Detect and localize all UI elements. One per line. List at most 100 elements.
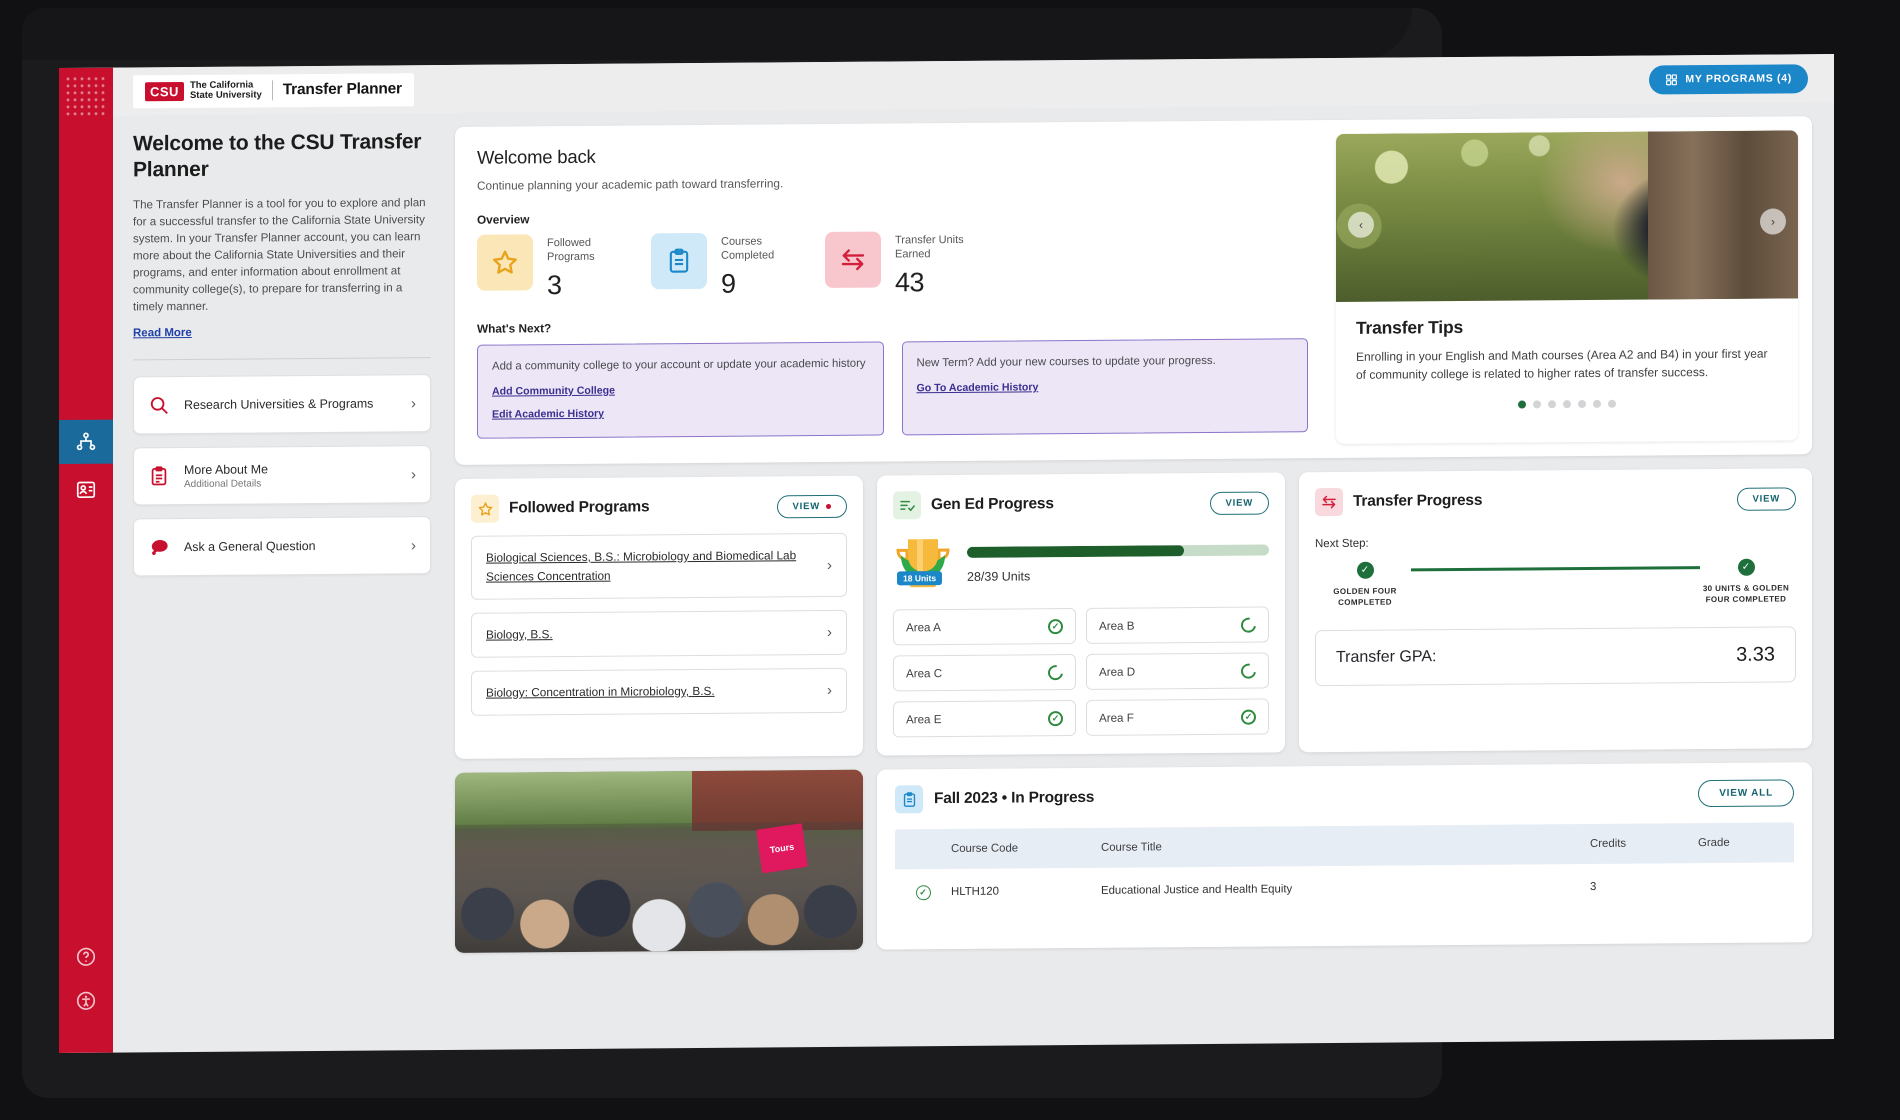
row-grade	[1698, 885, 1794, 886]
sidebar-item-more-about-me[interactable]: More About Me Additional Details ›	[133, 445, 431, 506]
stat-transfer-units-text: Transfer Units Earned 43	[895, 231, 983, 299]
network-icon	[76, 432, 96, 451]
followed-program-row-1[interactable]: Biological Sciences, B.S.: Microbiology …	[471, 532, 847, 600]
followed-program-row-3[interactable]: Biology: Concentration in Microbiology, …	[471, 667, 847, 716]
gen-ed-area-c[interactable]: Area C	[893, 654, 1076, 692]
tips-prev-arrow[interactable]: ‹	[1348, 211, 1374, 238]
status-in-progress-icon	[1238, 614, 1259, 636]
gen-ed-area-e[interactable]: Area E ✓	[893, 700, 1076, 738]
overview-label: Overview	[477, 212, 530, 227]
followed-program-row-2[interactable]: Biology, B.S. ›	[471, 609, 847, 658]
sidebar-item-ask-question[interactable]: Ask a General Question ›	[133, 516, 431, 577]
gen-ed-area-a-label: Area A	[906, 620, 941, 634]
read-more-link[interactable]: Read More	[133, 327, 192, 339]
welcome-back-left: Welcome back Continue planning your acad…	[455, 120, 1330, 465]
tips-dot-3[interactable]	[1548, 400, 1556, 409]
gen-ed-area-e-label: Area E	[906, 712, 942, 726]
gen-ed-view-button[interactable]: VIEW	[1209, 490, 1269, 515]
current-term-header: Fall 2023 • In Progress VIEW ALL	[895, 778, 1794, 814]
brand-divider	[271, 80, 273, 101]
tips-dot-5[interactable]	[1578, 400, 1586, 409]
tours-sign: Tours	[756, 823, 808, 874]
gen-ed-progress-row: 18 Units 28/39 Units	[893, 530, 1269, 595]
stat-transfer-units: Transfer Units Earned 43	[825, 231, 999, 299]
gen-ed-area-b[interactable]: Area B	[1086, 606, 1269, 644]
transfer-tips-dots[interactable]	[1356, 398, 1778, 409]
tips-next-arrow[interactable]: ›	[1760, 208, 1786, 235]
add-community-college-link[interactable]: Add Community College	[492, 383, 869, 398]
followed-programs-view-button[interactable]: VIEW	[776, 494, 847, 518]
stat-transfer-units-label: Transfer Units Earned	[895, 233, 964, 261]
stat-transfer-units-value: 43	[895, 267, 925, 298]
brand-lockup[interactable]: CSU The California State University Tran…	[133, 72, 414, 108]
chat-icon	[148, 536, 174, 559]
gen-ed-area-f[interactable]: Area F ✓	[1086, 698, 1269, 736]
sidebar-item-research[interactable]: Research Universities & Programs ›	[133, 374, 431, 435]
tablet-device: CSU The California State University Tran…	[0, 0, 1900, 1120]
sidebar-item-research-label: Research Universities & Programs	[184, 396, 374, 413]
app-title: Transfer Planner	[282, 80, 402, 99]
transfer-progress-view-button[interactable]: VIEW	[1736, 486, 1796, 511]
transfer-step-2[interactable]: ✓ 30 UNITS & GOLDEN FOUR COMPLETED	[1700, 558, 1792, 605]
chevron-right-icon: ›	[411, 394, 416, 412]
trophy-icon: 18 Units	[893, 533, 953, 595]
sidebar-item-more-about-me-sub: Additional Details	[184, 477, 262, 490]
search-icon	[148, 394, 174, 416]
rail-item-accessibility[interactable]	[59, 979, 113, 1023]
my-programs-button[interactable]: MY PROGRAMS (4)	[1649, 63, 1808, 95]
campus-tour-photo: Tours	[455, 769, 863, 953]
rail-item-programs[interactable]	[59, 419, 113, 464]
main-content: Welcome back Continue planning your acad…	[449, 102, 1834, 1050]
edit-academic-history-link[interactable]: Edit Academic History	[492, 406, 869, 421]
whats-next-row: Add a community college to your account …	[477, 338, 1308, 439]
sidebar-item-ask-question-text: Ask a General Question	[174, 538, 411, 554]
whats-next-text-2: New Term? Add your new courses to update…	[916, 354, 1216, 370]
rail-item-help[interactable]	[59, 935, 113, 979]
transfer-tips-title: Transfer Tips	[1356, 316, 1463, 338]
app-rail	[59, 67, 113, 1053]
rail-bottom-group	[59, 935, 113, 1023]
stat-followed-programs: Followed Programs 3	[477, 233, 651, 301]
stat-courses-completed-value: 9	[721, 268, 736, 299]
stat-followed-programs-text: Followed Programs 3	[547, 233, 635, 301]
status-complete-icon: ✓	[1048, 710, 1063, 726]
grid-icon	[1666, 73, 1678, 85]
followed-program-link-1[interactable]: Biological Sciences, B.S.: Microbiology …	[486, 546, 827, 587]
tips-dot-2[interactable]	[1533, 400, 1541, 409]
whats-next-card-new-term: New Term? Add your new courses to update…	[901, 338, 1308, 436]
transfer-tips-card: ‹ › Transfer Tips Enrolling in your Engl…	[1336, 130, 1798, 444]
sidebar-item-more-about-me-text: More About Me Additional Details	[174, 461, 411, 490]
transfer-progress-card: Transfer Progress VIEW Next Step: ✓ GOLD…	[1299, 468, 1812, 753]
transfer-tips-text: Enrolling in your English and Math cours…	[1356, 346, 1768, 382]
transfer-step-1[interactable]: ✓ GOLDEN FOUR COMPLETED	[1319, 561, 1411, 608]
sidebar-description: The Transfer Planner is a tool for you t…	[133, 196, 426, 314]
my-programs-label: MY PROGRAMS (4)	[1685, 72, 1792, 86]
table-row[interactable]: ✓ HLTH120 Educational Justice and Health…	[895, 862, 1794, 915]
gen-ed-progress-card: Gen Ed Progress VIEW 18 Units 28/39 Unit…	[877, 472, 1285, 756]
transfer-step-1-label: GOLDEN FOUR COMPLETED	[1333, 586, 1397, 607]
transfer-gpa-row: Transfer GPA: 3.33	[1315, 626, 1796, 687]
rail-item-profile[interactable]	[59, 468, 113, 512]
col-course-code: Course Code	[951, 842, 1019, 855]
courses-table: Course Code Course Title Credits Grade ✓…	[895, 822, 1794, 915]
status-complete-icon: ✓	[1737, 558, 1755, 576]
gen-ed-area-d[interactable]: Area D	[1086, 652, 1269, 690]
clipboard-icon	[148, 465, 174, 487]
followed-program-link-3[interactable]: Biology: Concentration in Microbiology, …	[486, 681, 827, 703]
overview-stats: Followed Programs 3 Courses Completed 9 …	[477, 228, 1308, 302]
transfer-progress-steps: ✓ GOLDEN FOUR COMPLETED ✓ 30 UNITS & GOL…	[1315, 558, 1796, 608]
view-all-button[interactable]: VIEW ALL	[1698, 778, 1794, 807]
help-icon	[76, 947, 96, 966]
tips-dot-1[interactable]	[1518, 400, 1526, 409]
accessibility-icon	[76, 991, 96, 1010]
tips-dot-6[interactable]	[1593, 399, 1601, 408]
followed-program-link-2[interactable]: Biology, B.S.	[486, 623, 827, 645]
gen-ed-area-a[interactable]: Area A ✓	[893, 608, 1076, 646]
status-in-progress-icon	[1238, 660, 1259, 682]
tips-dot-7[interactable]	[1608, 399, 1616, 408]
tips-dot-4[interactable]	[1563, 400, 1571, 409]
welcome-back-subtitle: Continue planning your academic path tow…	[477, 176, 784, 193]
view-label: VIEW	[1225, 497, 1253, 509]
row-course-code: HLTH120	[951, 885, 999, 898]
go-to-academic-history-link[interactable]: Go To Academic History	[917, 379, 1294, 394]
